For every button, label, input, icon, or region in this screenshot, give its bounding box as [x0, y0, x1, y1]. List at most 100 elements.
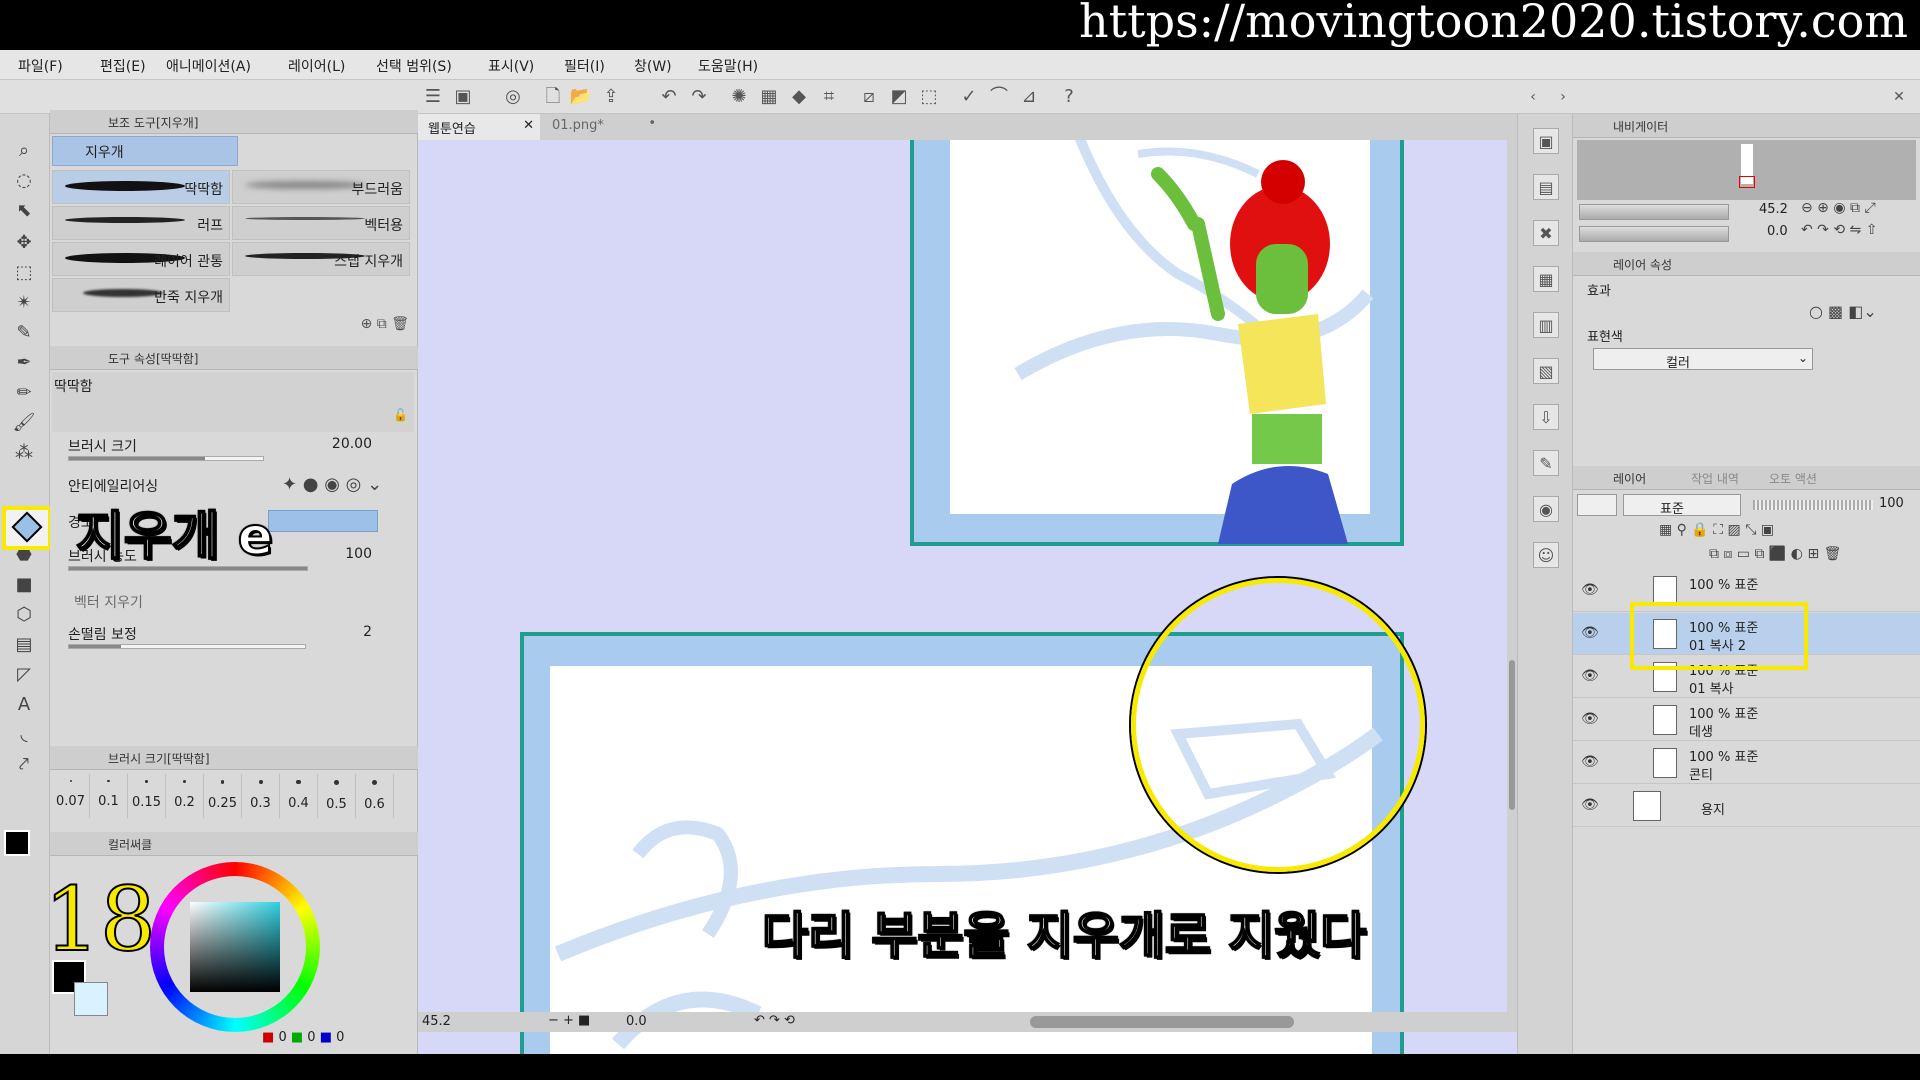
export-icon[interactable]: ⇪: [598, 84, 624, 110]
lock-icon[interactable]: 🔓: [393, 408, 408, 422]
material-icon-5[interactable]: ▥: [1533, 312, 1559, 338]
vertical-scrollbar[interactable]: [1507, 140, 1517, 1012]
navigator-zoom-slider[interactable]: [1579, 204, 1729, 220]
layer-row[interactable]: 👁 100 % 표준 콘티: [1573, 742, 1920, 784]
operation-icon[interactable]: ⬉: [10, 198, 38, 224]
visibility-eye-icon[interactable]: 👁: [1581, 711, 1599, 727]
material-icon-8[interactable]: ✎: [1533, 450, 1559, 476]
ruler-icon[interactable]: ✓: [956, 84, 982, 110]
special-ruler-icon[interactable]: ⊿: [1016, 84, 1042, 110]
material-icon-1[interactable]: ▣: [1533, 128, 1559, 154]
lasso-icon[interactable]: ◌: [10, 168, 38, 194]
fill-icon[interactable]: ▦: [756, 84, 782, 110]
brush-rough[interactable]: 러프: [52, 206, 230, 240]
canvas-icon[interactable]: ▣: [450, 84, 476, 110]
color-wheel[interactable]: [150, 862, 320, 1032]
open-folder-icon[interactable]: 📂: [568, 84, 594, 110]
doc-tab-webtoon[interactable]: 웹툰연습 ✕: [418, 114, 540, 140]
visibility-eye-icon[interactable]: 👁: [1581, 625, 1599, 641]
layer-action-icons[interactable]: ⧉ ⧈ ▭ ⧉ ⬛ ◐ ⊞ 🗑: [1709, 546, 1841, 562]
brush-icon[interactable]: 🖌: [10, 410, 38, 436]
selection-icon[interactable]: ⬚: [10, 260, 38, 286]
figure-icon[interactable]: ⬡: [10, 602, 38, 628]
menu-icon[interactable]: ☰: [420, 84, 446, 110]
help-icon[interactable]: ?: [1056, 84, 1082, 110]
gradient-icon[interactable]: ■: [10, 572, 38, 598]
brush-size-preset[interactable]: 0.6: [356, 774, 394, 818]
stabilization-slider[interactable]: [68, 644, 306, 649]
redo-icon[interactable]: ↷: [686, 84, 712, 110]
brush-size-preset[interactable]: 0.07: [52, 774, 90, 818]
brush-size-preset[interactable]: 0.25: [204, 774, 242, 818]
eyedropper-icon[interactable]: ✎: [10, 320, 38, 346]
doc-tab-01png[interactable]: 01.png* •: [542, 114, 664, 140]
brush-size-row[interactable]: 브러시 크기 20.00: [68, 432, 408, 466]
menu-view[interactable]: 표시(V): [488, 56, 534, 76]
crop-icon[interactable]: ⬚: [916, 84, 942, 110]
brush-size-preset[interactable]: 0.4: [280, 774, 318, 818]
brush-vector[interactable]: 벡터용: [232, 206, 410, 240]
layer-row[interactable]: 👁 100 % 표준 데생: [1573, 699, 1920, 741]
blend-mode-select[interactable]: 표준: [1623, 494, 1741, 517]
brush-hard[interactable]: 딱딱함: [52, 170, 230, 204]
material-icon-2[interactable]: ▤: [1533, 174, 1559, 200]
spiral-icon[interactable]: ◎: [500, 84, 526, 110]
menu-file[interactable]: 파일(F): [18, 56, 63, 76]
visibility-eye-icon[interactable]: 👁: [1581, 582, 1599, 598]
vector-erase-row[interactable]: 벡터 지우기: [68, 588, 408, 622]
snap-icon[interactable]: ⌒: [986, 84, 1012, 110]
fill-selection-icon[interactable]: ◩: [886, 84, 912, 110]
material-icon-9[interactable]: ◉: [1533, 496, 1559, 522]
horizontal-scrollbar[interactable]: [1030, 1016, 1294, 1028]
navigator-rotate-slider[interactable]: [1579, 226, 1729, 242]
material-icon-7[interactable]: ⇩: [1533, 404, 1559, 430]
antialias-options-icon[interactable]: ✦ ● ◉ ◎ ⌄: [282, 474, 382, 495]
hardness-slider[interactable]: [268, 510, 378, 532]
expand-right-icon[interactable]: ›: [1550, 84, 1576, 110]
magic-wand-icon[interactable]: ✴: [10, 290, 38, 316]
menu-help[interactable]: 도움말(H): [698, 56, 758, 76]
close-icon[interactable]: ✕: [523, 118, 534, 133]
subtool-footer-icons[interactable]: ⊕ ⧉ 🗑: [361, 316, 409, 332]
ruler-tool-icon[interactable]: ◸: [10, 662, 38, 688]
layer-row[interactable]: 👁 용지: [1573, 785, 1920, 827]
bucket-icon[interactable]: ◆: [786, 84, 812, 110]
menu-animation[interactable]: 애니메이션(A): [166, 56, 251, 76]
brush-size-preset[interactable]: 0.1: [90, 774, 128, 818]
menu-selection[interactable]: 선택 범위(S): [376, 56, 452, 76]
color-square[interactable]: [190, 902, 280, 992]
material-icon-4[interactable]: ▦: [1533, 266, 1559, 292]
pen-icon[interactable]: ✒: [10, 350, 38, 376]
new-file-icon[interactable]: 🗋: [540, 84, 566, 110]
zoom-controls-icon[interactable]: − + ■: [548, 1013, 590, 1028]
navigator-zoom-controls-icon[interactable]: ⊖ ⊕ ◉ ⧉ ⤢: [1801, 200, 1876, 216]
balloon-icon[interactable]: ◟: [10, 722, 38, 748]
material-icon-3[interactable]: ✖: [1533, 220, 1559, 246]
opacity-slider[interactable]: [1753, 500, 1873, 510]
pencil-icon[interactable]: ✏: [10, 380, 38, 406]
zoom-icon[interactable]: ⌕: [10, 138, 38, 164]
effect-options-icon[interactable]: ○ ▩ ◧⌄: [1809, 302, 1877, 321]
brush-kneaded[interactable]: 반죽 지우개: [52, 278, 230, 312]
eraser-tool-highlight[interactable]: [2, 506, 52, 550]
layer-color-select[interactable]: [1577, 494, 1617, 516]
text-icon[interactable]: A: [10, 692, 38, 718]
tab-layer[interactable]: 레이어: [1613, 470, 1646, 487]
correct-line-icon[interactable]: ⤤: [10, 752, 38, 778]
undo-icon[interactable]: ↶: [656, 84, 682, 110]
menu-layer[interactable]: 레이어(L): [288, 56, 345, 76]
material-icon-6[interactable]: ▧: [1533, 358, 1559, 384]
visibility-eye-icon[interactable]: 👁: [1581, 668, 1599, 684]
tab-history[interactable]: 작업 내역: [1691, 470, 1739, 487]
tab-auto-action[interactable]: 오토 액션: [1769, 470, 1817, 487]
brush-size-preset[interactable]: 0.2: [166, 774, 204, 818]
frame-icon[interactable]: ▤: [10, 632, 38, 658]
navigator-rotate-controls-icon[interactable]: ↶ ↷ ⟲ ⇋ ⇧: [1801, 222, 1877, 238]
visibility-eye-icon[interactable]: 👁: [1581, 754, 1599, 770]
material-icon-10[interactable]: ☺: [1533, 542, 1559, 568]
airbrush-icon[interactable]: ⁂: [10, 440, 38, 466]
stabilization-row[interactable]: 손떨림 보정 2: [68, 620, 408, 654]
navigator-preview[interactable]: [1577, 140, 1916, 200]
brush-size-preset[interactable]: 0.15: [128, 774, 166, 818]
main-color-swatch[interactable]: [4, 830, 30, 856]
